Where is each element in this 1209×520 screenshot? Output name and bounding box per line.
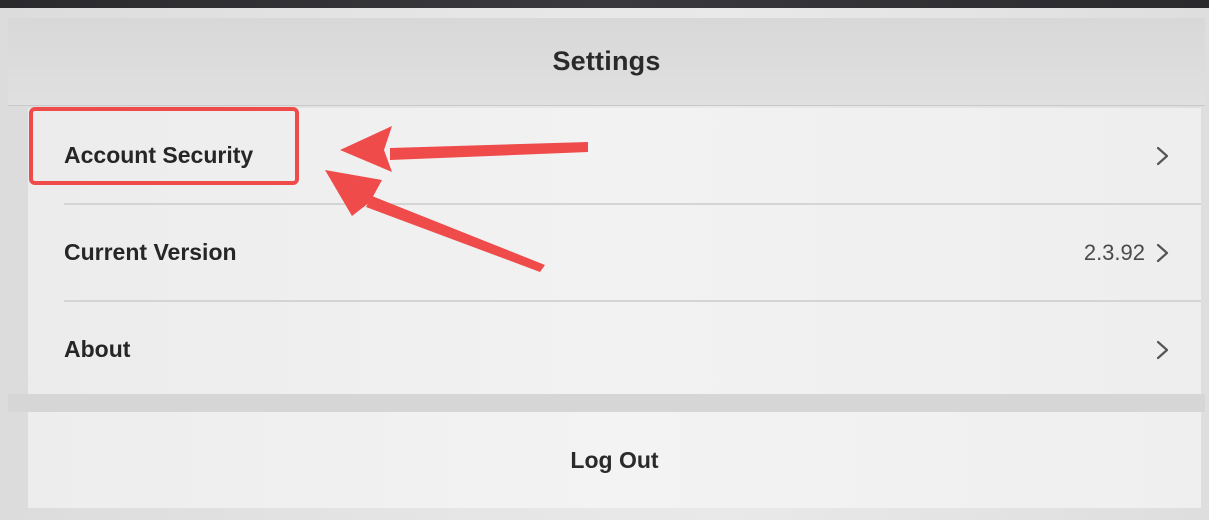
settings-item-current-version[interactable]: Current Version 2.3.92 xyxy=(28,205,1201,300)
chevron-right-icon xyxy=(1156,340,1169,359)
chevron-right-icon xyxy=(1156,146,1169,165)
settings-item-label: About xyxy=(64,336,131,362)
version-value: 2.3.92 xyxy=(1083,239,1145,265)
settings-screen: Settings Account Security Current Versio… xyxy=(0,8,1209,520)
logout-label: Log Out xyxy=(570,446,659,473)
chevron-right-icon xyxy=(1156,243,1169,262)
settings-item-label: Account Security xyxy=(64,142,254,168)
logout-button[interactable]: Log Out xyxy=(28,412,1201,508)
settings-list: Account Security Current Version 2.3.92 … xyxy=(28,108,1201,394)
section-gap xyxy=(8,394,1205,412)
page-title: Settings xyxy=(552,46,661,76)
settings-item-label: Current Version xyxy=(64,239,237,265)
header-bar: Settings xyxy=(8,18,1205,106)
settings-item-about[interactable]: About xyxy=(28,302,1201,397)
settings-item-account-security[interactable]: Account Security xyxy=(28,108,1201,203)
